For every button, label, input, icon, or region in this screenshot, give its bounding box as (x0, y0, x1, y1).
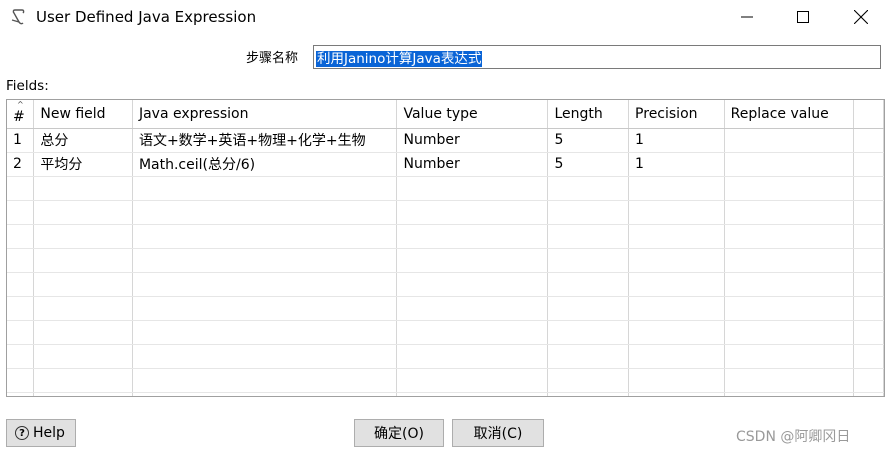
watermark: CSDN @阿卿冈日 (736, 429, 851, 445)
help-icon: ? (15, 426, 29, 440)
cell-java-expression[interactable]: 语文+数学+英语+物理+化学+生物 (132, 128, 398, 153)
column-header-precision[interactable]: Precision (628, 100, 725, 129)
empty-row[interactable] (7, 200, 884, 225)
column-header-java-expression[interactable]: Java expression (132, 100, 398, 129)
sort-up-icon: ^ (17, 100, 24, 109)
column-header-length[interactable]: Length (547, 100, 630, 129)
column-header-index[interactable]: ^ # (7, 100, 35, 129)
maximize-icon (797, 11, 809, 23)
cell-value-type[interactable]: Number (396, 128, 549, 153)
row-index: 2 (7, 152, 35, 177)
cancel-button[interactable]: 取消(C) (452, 419, 544, 447)
empty-row[interactable] (7, 248, 884, 273)
empty-row[interactable] (7, 272, 884, 297)
column-header-replace-value[interactable]: Replace value (724, 100, 855, 129)
cell-filler (853, 152, 884, 177)
cell-value-type[interactable]: Number (396, 152, 549, 177)
cell-new-field[interactable]: 平均分 (33, 152, 133, 177)
empty-row[interactable] (7, 296, 884, 321)
empty-row[interactable] (7, 344, 884, 369)
table-row[interactable]: 1 总分 语文+数学+英语+物理+化学+生物 Number 5 1 (7, 128, 884, 153)
column-header-value-type[interactable]: Value type (396, 100, 549, 129)
step-name-value: 利用Janino计算Java表达式 (316, 51, 483, 67)
empty-row[interactable] (7, 392, 884, 396)
cell-java-expression[interactable]: Math.ceil(总分/6) (132, 152, 398, 177)
fields-table[interactable]: ^ # New field Java expression Value type… (6, 99, 885, 397)
cell-new-field[interactable]: 总分 (33, 128, 133, 153)
ok-button-label: 确定(O) (374, 426, 424, 442)
fields-label: Fields: (6, 78, 49, 94)
step-name-input[interactable]: 利用Janino计算Java表达式 (313, 45, 881, 69)
minimize-icon (741, 16, 753, 18)
cell-length[interactable]: 5 (547, 128, 630, 153)
title-bar: User Defined Java Expression (0, 0, 885, 34)
ok-button[interactable]: 确定(O) (354, 419, 444, 447)
cell-filler (853, 128, 884, 153)
cancel-button-label: 取消(C) (473, 426, 523, 442)
maximize-button[interactable] (780, 0, 826, 34)
help-button[interactable]: ? Help (6, 419, 76, 447)
cell-replace-value[interactable] (724, 128, 855, 153)
script-icon (10, 8, 26, 26)
cell-length[interactable]: 5 (547, 152, 630, 177)
row-index: 1 (7, 128, 35, 153)
table-row[interactable]: 2 平均分 Math.ceil(总分/6) Number 5 1 (7, 152, 884, 177)
empty-row[interactable] (7, 320, 884, 345)
close-button[interactable] (838, 0, 884, 34)
step-name-label: 步骤名称 (246, 51, 299, 66)
minimize-button[interactable] (724, 0, 770, 34)
table-header-row: ^ # New field Java expression Value type… (7, 100, 884, 129)
window-title: User Defined Java Expression (36, 8, 257, 26)
empty-row[interactable] (7, 176, 884, 201)
empty-row[interactable] (7, 224, 884, 249)
cell-replace-value[interactable] (724, 152, 855, 177)
empty-row[interactable] (7, 368, 884, 393)
cell-precision[interactable]: 1 (628, 128, 725, 153)
close-icon (854, 10, 868, 24)
cell-precision[interactable]: 1 (628, 152, 725, 177)
help-button-label: Help (33, 425, 65, 441)
column-header-filler (853, 100, 884, 129)
column-header-new-field[interactable]: New field (33, 100, 133, 129)
